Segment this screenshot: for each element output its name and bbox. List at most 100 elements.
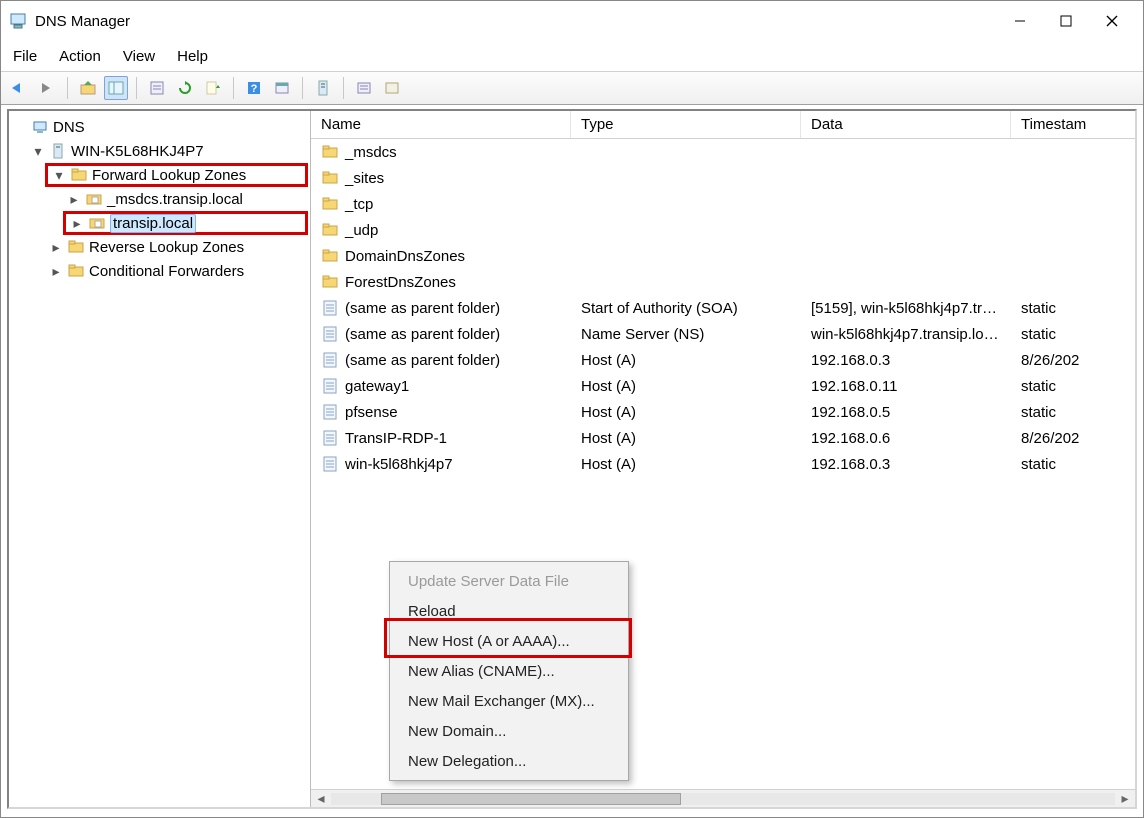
up-folder-button[interactable] bbox=[76, 76, 100, 100]
minimize-button[interactable] bbox=[997, 5, 1043, 37]
tree-root-dns[interactable]: DNS bbox=[13, 115, 308, 139]
record-type: Host (A) bbox=[571, 456, 801, 473]
show-tree-button[interactable] bbox=[104, 76, 128, 100]
menu-action[interactable]: Action bbox=[59, 48, 101, 65]
record-data: 192.168.0.3 bbox=[801, 352, 1011, 369]
export-button[interactable] bbox=[201, 76, 225, 100]
menu-help[interactable]: Help bbox=[177, 48, 208, 65]
close-button[interactable] bbox=[1089, 5, 1135, 37]
record-type: Host (A) bbox=[571, 378, 801, 395]
column-data[interactable]: Data bbox=[801, 111, 1011, 138]
tree-label: Forward Lookup Zones bbox=[92, 167, 246, 184]
chevron-right-icon[interactable]: ▸ bbox=[70, 216, 84, 230]
ctx-new-mx[interactable]: New Mail Exchanger (MX)... bbox=[392, 686, 626, 716]
record-icon bbox=[321, 351, 339, 369]
tree-reverse-lookup-zones[interactable]: ▸ Reverse Lookup Zones bbox=[49, 235, 308, 259]
table-row[interactable]: (same as parent folder)Host (A)192.168.0… bbox=[311, 347, 1135, 373]
record-name: TransIP-RDP-1 bbox=[345, 430, 447, 447]
record-icon bbox=[321, 299, 339, 317]
tree-zone-transip[interactable]: ▸ transip.local bbox=[63, 211, 308, 235]
table-row[interactable]: ForestDnsZones bbox=[311, 269, 1135, 295]
toolbar-separator bbox=[343, 77, 344, 99]
context-menu[interactable]: Update Server Data File Reload New Host … bbox=[389, 561, 629, 781]
table-row[interactable]: win-k5l68hkj4p7Host (A)192.168.0.3static bbox=[311, 451, 1135, 477]
chevron-down-icon[interactable]: ▾ bbox=[52, 168, 66, 182]
tree-label: transip.local bbox=[110, 214, 196, 233]
table-row[interactable]: _udp bbox=[311, 217, 1135, 243]
record-data: [5159], win-k5l68hkj4p7.tra... bbox=[801, 300, 1011, 317]
filter-button[interactable] bbox=[380, 76, 404, 100]
menu-view[interactable]: View bbox=[123, 48, 155, 65]
chevron-right-icon[interactable]: ▸ bbox=[49, 264, 63, 278]
list-body: _msdcs _sites _tcp _udpDomainDnsZonesForest… bbox=[311, 139, 1135, 477]
tree-zone-msdcs[interactable]: ▸ _msdcs.transip.local bbox=[67, 187, 308, 211]
record-name: (same as parent folder) bbox=[345, 326, 500, 343]
menubar: File Action View Help bbox=[1, 41, 1143, 71]
table-row[interactable]: _sites bbox=[311, 165, 1135, 191]
scroll-left-icon[interactable]: ◂ bbox=[313, 792, 329, 806]
record-type: Host (A) bbox=[571, 404, 801, 421]
tree-forward-lookup-zones[interactable]: ▾ Forward Lookup Zones bbox=[45, 163, 308, 187]
toolbar-separator bbox=[302, 77, 303, 99]
tree-pane[interactable]: DNS ▾ WIN-K5L68HKJ4P7 ▾ bbox=[9, 111, 311, 807]
column-type[interactable]: Type bbox=[571, 111, 801, 138]
tree-conditional-forwarders[interactable]: ▸ Conditional Forwarders bbox=[49, 259, 308, 283]
dns-root-icon bbox=[31, 118, 49, 136]
record-timestamp: static bbox=[1011, 326, 1135, 343]
chevron-right-icon[interactable]: ▸ bbox=[49, 240, 63, 254]
window-title: DNS Manager bbox=[35, 13, 130, 30]
maximize-button[interactable] bbox=[1043, 5, 1089, 37]
record-timestamp: 8/26/202 bbox=[1011, 352, 1135, 369]
menu-file[interactable]: File bbox=[13, 48, 37, 65]
table-row[interactable]: TransIP-RDP-1Host (A)192.168.0.68/26/202 bbox=[311, 425, 1135, 451]
scroll-thumb[interactable] bbox=[381, 793, 681, 805]
chevron-right-icon[interactable]: ▸ bbox=[67, 192, 81, 206]
ctx-new-domain[interactable]: New Domain... bbox=[392, 716, 626, 746]
scroll-right-icon[interactable]: ▸ bbox=[1117, 792, 1133, 806]
ctx-new-delegation[interactable]: New Delegation... bbox=[392, 746, 626, 776]
table-row[interactable]: pfsenseHost (A)192.168.0.5static bbox=[311, 399, 1135, 425]
properties-button[interactable] bbox=[145, 76, 169, 100]
scroll-track[interactable] bbox=[331, 793, 1115, 805]
list-icon-button[interactable] bbox=[352, 76, 376, 100]
record-name: win-k5l68hkj4p7 bbox=[345, 456, 453, 473]
ctx-new-alias[interactable]: New Alias (CNAME)... bbox=[392, 656, 626, 686]
table-row[interactable]: gateway1Host (A)192.168.0.11static bbox=[311, 373, 1135, 399]
record-type: Start of Authority (SOA) bbox=[571, 300, 801, 317]
folder-icon bbox=[321, 247, 339, 265]
chevron-down-icon[interactable]: ▾ bbox=[31, 144, 45, 158]
record-name: _sites bbox=[345, 170, 384, 187]
table-row[interactable]: _msdcs bbox=[311, 139, 1135, 165]
toolbar: ? bbox=[1, 71, 1143, 105]
dns-manager-icon bbox=[9, 12, 27, 30]
column-name[interactable]: Name bbox=[311, 111, 571, 138]
folder-icon bbox=[70, 166, 88, 184]
folder-icon bbox=[321, 195, 339, 213]
record-icon bbox=[321, 455, 339, 473]
column-timestamp[interactable]: Timestam bbox=[1011, 111, 1135, 138]
record-data: 192.168.0.3 bbox=[801, 456, 1011, 473]
record-data: win-k5l68hkj4p7.transip.loc... bbox=[801, 326, 1011, 343]
record-data: 192.168.0.11 bbox=[801, 378, 1011, 395]
table-row[interactable]: (same as parent folder) Name Server (NS)w… bbox=[311, 321, 1135, 347]
horizontal-scrollbar[interactable]: ◂ ▸ bbox=[311, 789, 1135, 807]
forward-button[interactable] bbox=[35, 76, 59, 100]
refresh-button[interactable] bbox=[173, 76, 197, 100]
table-row[interactable]: DomainDnsZones bbox=[311, 243, 1135, 269]
record-name: pfsense bbox=[345, 404, 398, 421]
table-row[interactable]: (same as parent folder)Start of Authorit… bbox=[311, 295, 1135, 321]
tree-server[interactable]: ▾ WIN-K5L68HKJ4P7 bbox=[31, 139, 308, 163]
record-name: _tcp bbox=[345, 196, 373, 213]
folder-icon bbox=[321, 273, 339, 291]
ctx-update-server-data: Update Server Data File bbox=[392, 566, 626, 596]
new-window-button[interactable] bbox=[270, 76, 294, 100]
record-type: Name Server (NS) bbox=[571, 326, 801, 343]
tree-label: DNS bbox=[53, 119, 85, 136]
tree-label: _msdcs.transip.local bbox=[107, 191, 243, 208]
record-name: _msdcs bbox=[345, 144, 397, 161]
help-button[interactable]: ? bbox=[242, 76, 266, 100]
server-icon-button[interactable] bbox=[311, 76, 335, 100]
table-row[interactable]: _tcp bbox=[311, 191, 1135, 217]
back-button[interactable] bbox=[7, 76, 31, 100]
titlebar: DNS Manager bbox=[1, 1, 1143, 41]
